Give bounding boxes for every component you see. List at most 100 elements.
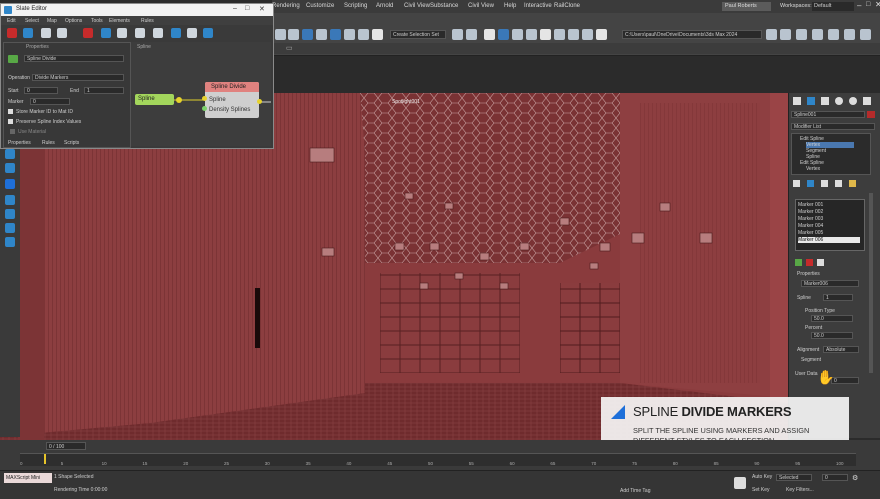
railclone-icon[interactable] [812, 29, 823, 40]
selected-dropdown[interactable]: Selected [776, 474, 812, 481]
spline-output-port[interactable] [176, 97, 182, 103]
slate-menu-select[interactable]: Select [25, 18, 39, 24]
slate-minimize-icon[interactable]: – [233, 5, 237, 12]
close-icon[interactable]: ✕ [875, 0, 880, 9]
set-key-big-icon[interactable] [734, 477, 746, 489]
marker-item-5-selected[interactable]: Marker 006 [798, 237, 860, 243]
maxscript-listener[interactable]: MAXScript Mini [4, 473, 52, 483]
selection-set-field[interactable]: Create Selection Set [390, 30, 446, 39]
spline-divide-node[interactable]: Spline Divide Spline Density Splines [205, 82, 259, 118]
slate-tool-icon-3[interactable] [187, 28, 197, 38]
modify-tab-icon[interactable] [807, 97, 815, 105]
select-move-icon[interactable] [330, 29, 341, 40]
auto-key-button[interactable]: Auto Key [752, 474, 772, 480]
node-editor-canvas[interactable]: Spline Spline Spline Divide Spline Densi… [131, 42, 271, 146]
modifier-list-dropdown[interactable]: Modifier List [791, 123, 875, 130]
stack-item-5[interactable]: Vertex [806, 166, 820, 172]
object-name-field[interactable]: Spline001 [791, 111, 865, 118]
menu-railclone[interactable]: RailClone [554, 3, 580, 9]
sync-icon[interactable] [796, 29, 807, 40]
preserve-index-checkbox[interactable] [8, 119, 13, 124]
alignment-dropdown[interactable]: Absolute [823, 346, 859, 353]
slate-menu-elements[interactable]: Elements [109, 18, 130, 24]
menu-rendering[interactable]: Rendering [272, 3, 300, 9]
move-tool-icon[interactable] [5, 163, 15, 173]
slate-red-icon[interactable] [7, 28, 17, 38]
render-icon[interactable] [568, 29, 579, 40]
use-material-checkbox[interactable] [10, 129, 15, 134]
select-tool-icon[interactable] [5, 149, 15, 159]
tool-icon-7[interactable] [5, 237, 15, 247]
slate-tool-icon-4[interactable] [203, 28, 213, 38]
marker-item-1[interactable]: Marker 002 [798, 209, 823, 215]
marker-list[interactable]: Marker 001 Marker 002 Marker 003 Marker … [795, 199, 865, 251]
end-field[interactable]: 1 [84, 87, 124, 94]
minimize-icon[interactable]: – [857, 1, 861, 10]
properties-rollout[interactable]: Properties [797, 271, 820, 277]
menu-civil-view-2[interactable]: Civil View [468, 3, 494, 9]
menu-arnold[interactable]: Arnold [376, 3, 393, 9]
key-filters-button[interactable]: Key Filters... [786, 487, 814, 493]
tool-icon-4[interactable] [5, 195, 15, 205]
tab-properties[interactable]: Properties [8, 140, 31, 146]
menu-substance[interactable]: Substance [430, 3, 458, 9]
project-path-field[interactable]: C:\Users\paul\OneDrive\Documents\3ds Max… [622, 30, 762, 39]
slate-menu-options[interactable]: Options [65, 18, 82, 24]
time-slider-readout[interactable]: 0 / 100 [46, 442, 86, 450]
scene-explorer-icon[interactable] [484, 29, 495, 40]
maximize-icon[interactable]: □ [866, 1, 870, 8]
tool-icon-6[interactable] [5, 223, 15, 233]
time-config-icon[interactable]: ⚙ [852, 474, 858, 482]
forest-icon[interactable] [828, 29, 839, 40]
slate-menu-edit[interactable]: Edit [7, 18, 16, 24]
unlink-icon[interactable] [288, 29, 299, 40]
delete-marker-icon[interactable] [806, 259, 813, 266]
add-marker-icon[interactable] [795, 259, 802, 266]
operation-dropdown[interactable]: Divide Markers [32, 74, 124, 81]
snap-icon[interactable] [372, 29, 383, 40]
project-folder-icon[interactable] [766, 29, 777, 40]
slate-menu-rules[interactable]: Rules [141, 18, 154, 24]
teapot-icon[interactable] [582, 29, 593, 40]
menu-scripting[interactable]: Scripting [344, 3, 367, 9]
pin-stack-icon[interactable] [793, 180, 800, 187]
current-frame-field[interactable]: 0 [822, 474, 848, 481]
select-object-icon[interactable] [302, 29, 313, 40]
show-end-result-icon[interactable] [807, 180, 814, 187]
curve-editor-icon[interactable] [512, 29, 523, 40]
material-editor-icon[interactable] [526, 29, 537, 40]
marker-item-0[interactable]: Marker 001 [798, 202, 823, 208]
workspaces-dropdown[interactable]: Default [812, 2, 854, 11]
position-field[interactable]: 50.0 [811, 315, 853, 322]
hierarchy-tab-icon[interactable] [821, 97, 829, 105]
slate-new-icon[interactable] [23, 28, 33, 38]
slate-tool-icon-1[interactable] [135, 28, 145, 38]
set-key-button[interactable]: Set Key [752, 487, 770, 493]
user-data-field[interactable]: 0 [831, 377, 859, 384]
display-tab-icon[interactable] [849, 97, 857, 105]
percent-field[interactable]: 50.0 [811, 332, 853, 339]
ribbon-expand-icon[interactable]: ▭ [286, 44, 293, 52]
configure-sets-icon[interactable] [849, 180, 856, 187]
slate-save-icon[interactable] [57, 28, 67, 38]
render-frame-icon[interactable] [554, 29, 565, 40]
marker-item-2[interactable]: Marker 003 [798, 216, 823, 222]
help-icon[interactable] [860, 29, 871, 40]
menu-customize[interactable]: Customize [306, 3, 334, 9]
divide-input-port-2[interactable] [202, 106, 207, 111]
select-scale-icon[interactable] [358, 29, 369, 40]
marker-name-field[interactable]: Marker006 [801, 280, 859, 287]
store-marker-checkbox[interactable] [8, 109, 13, 114]
tab-rules[interactable]: Rules [42, 140, 55, 146]
slate-layout-icon[interactable] [101, 28, 111, 38]
tab-scripts[interactable]: Scripts [64, 140, 79, 146]
menu-civil-view[interactable]: Civil View [404, 3, 430, 9]
select-rotate-icon[interactable] [344, 29, 355, 40]
time-cursor[interactable] [44, 454, 46, 464]
slate-open-icon[interactable] [41, 28, 51, 38]
slate-title-bar[interactable]: Slate Editor – □ ✕ [1, 4, 273, 16]
remove-modifier-icon[interactable] [835, 180, 842, 187]
tool-icon-5[interactable] [5, 209, 15, 219]
slate-refresh-icon[interactable] [171, 28, 181, 38]
create-tab-icon[interactable] [793, 97, 801, 105]
